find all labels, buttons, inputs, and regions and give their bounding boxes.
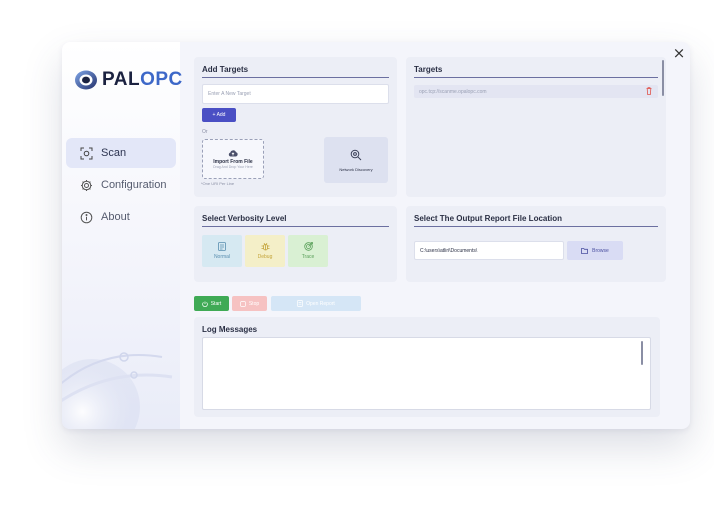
log-messages-card: Log Messages	[194, 317, 660, 417]
screen: PALOPC Scan Configuration About Add Targ…	[0, 0, 714, 511]
output-path-field[interactable]: C:\users\atliri\Documents\	[414, 241, 564, 260]
verbosity-label: Normal	[213, 254, 231, 260]
card-title: Add Targets	[202, 65, 249, 74]
sidebar-item-scan[interactable]: Scan	[66, 138, 176, 168]
sidebar-nav: Scan Configuration About	[62, 138, 180, 234]
target-url: opc.tcp://scanme.opalopc.com	[419, 88, 487, 95]
add-targets-card: Add Targets Enter A New Target + Add Or …	[194, 57, 397, 197]
verbosity-normal-button[interactable]: Normal	[202, 235, 242, 267]
sidebar-item-label: Scan	[101, 147, 127, 159]
divider	[414, 77, 658, 78]
verbosity-label: Debug	[257, 254, 273, 260]
target-list-item[interactable]: opc.tcp://scanme.opalopc.com	[414, 85, 658, 98]
sidebar-item-about[interactable]: About	[66, 202, 176, 232]
card-title: Select The Output Report File Location	[414, 214, 563, 223]
target-icon	[303, 242, 313, 251]
log-scrollbar[interactable]	[641, 341, 643, 365]
import-from-file-dropzone[interactable]: Import From File Drag And Drop Your Here	[202, 139, 264, 179]
add-button-label: + Add	[212, 112, 226, 118]
divider	[202, 77, 389, 78]
sidebar-item-label: About	[101, 211, 130, 223]
trash-icon[interactable]	[646, 87, 652, 95]
scan-icon	[80, 147, 93, 160]
bug-icon	[261, 242, 269, 251]
log-messages-area[interactable]	[202, 337, 651, 410]
gear-icon	[80, 179, 93, 192]
logo-text-opc: OPC	[140, 69, 183, 90]
target-input[interactable]: Enter A New Target	[202, 84, 389, 104]
targets-card: Targets opc.tcp://scanme.opalopc.com	[406, 57, 666, 197]
verbosity-trace-button[interactable]: Trace	[288, 235, 328, 267]
sidebar-item-configuration[interactable]: Configuration	[66, 170, 176, 200]
decorative-globe-illustration	[62, 352, 173, 429]
open-report-button-label: Open Report	[306, 300, 335, 307]
report-icon	[297, 300, 304, 307]
verbosity-card: Select Verbosity Level Normal Debug Trac…	[194, 206, 397, 282]
divider	[202, 226, 389, 227]
stop-button-label: Stop	[248, 300, 260, 307]
divider	[414, 226, 658, 227]
info-icon	[80, 211, 93, 224]
stop-button[interactable]: Stop	[232, 296, 267, 311]
network-search-icon	[350, 149, 362, 160]
file-format-hint: *One URI Per Line	[201, 181, 235, 186]
folder-icon	[581, 248, 589, 254]
app-window: PALOPC Scan Configuration About Add Targ…	[62, 42, 690, 429]
start-button[interactable]: Start	[194, 296, 229, 311]
opalopc-logo-icon	[75, 70, 97, 90]
close-icon[interactable]: ×	[672, 46, 686, 61]
logo-text-pal: PAL	[102, 69, 141, 90]
network-discovery-button[interactable]: Network Discovery	[324, 137, 388, 183]
verbosity-debug-button[interactable]: Debug	[245, 235, 285, 267]
browse-button[interactable]: Browse	[567, 241, 623, 260]
verbosity-label: Trace	[301, 254, 315, 260]
import-hint: Drag And Drop Your Here	[213, 165, 253, 169]
sidebar-item-label: Configuration	[101, 179, 167, 191]
document-icon	[218, 242, 226, 251]
main-content: Add Targets Enter A New Target + Add Or …	[184, 42, 690, 429]
sidebar: PALOPC Scan Configuration About	[62, 42, 183, 429]
or-label: Or	[202, 129, 208, 135]
open-report-button[interactable]: Open Report	[271, 296, 361, 311]
card-title: Targets	[414, 65, 443, 74]
targets-scrollbar[interactable]	[662, 60, 664, 96]
logo-text: PALOPC	[102, 69, 183, 91]
network-discovery-label: Network Discovery	[339, 166, 373, 172]
browse-button-label: Browse	[592, 247, 609, 254]
opalopc-logo: PALOPC	[74, 68, 183, 92]
output-location-card: Select The Output Report File Location C…	[406, 206, 666, 282]
stop-icon	[240, 300, 246, 307]
card-title: Log Messages	[202, 325, 258, 334]
cloud-upload-icon	[228, 150, 238, 157]
add-button[interactable]: + Add	[202, 108, 236, 122]
power-icon	[201, 301, 208, 307]
start-button-label: Start	[210, 300, 222, 307]
card-title: Select Verbosity Level	[202, 214, 287, 223]
